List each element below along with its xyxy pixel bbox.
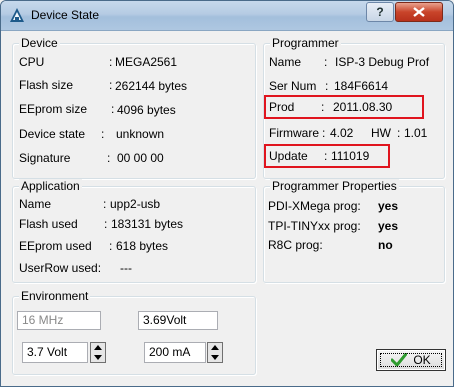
app-eeprom-used-value: 618 bytes xyxy=(116,239,169,253)
supply-voltage-spinner[interactable] xyxy=(90,342,106,363)
programmer-hw-sep: : xyxy=(397,126,401,140)
device-cpu-sep: : xyxy=(109,55,113,69)
device-signature-sep: : xyxy=(107,151,111,165)
app-userrow-used-label: UserRow used: xyxy=(19,261,102,275)
measured-voltage-field[interactable]: 3.69Volt xyxy=(138,311,218,330)
device-eeprom-size-sep: : xyxy=(111,102,115,116)
current-limit-field[interactable]: 200 mA xyxy=(144,342,206,363)
close-button[interactable] xyxy=(395,2,443,22)
app-userrow-used-value: --- xyxy=(120,261,132,275)
device-flash-size-sep: : xyxy=(109,78,113,92)
dialog-content: Device CPU : MEGA2561 Flash size : 26214… xyxy=(8,31,446,379)
app-flash-used-sep: : xyxy=(104,217,108,231)
frequency-field[interactable]: 16 MHz xyxy=(17,311,101,330)
prop-tpi-tinyxx-label: TPI-TINYxx prog: xyxy=(268,219,361,233)
supply-voltage-field[interactable]: 3.7 Volt xyxy=(22,342,88,363)
arrow-down-icon xyxy=(211,355,219,360)
programmer-group-title: Programmer xyxy=(270,36,341,50)
programmer-sernum-value: 184F6614 xyxy=(334,79,389,93)
app-name-value: upp2-usb xyxy=(110,197,161,211)
programmer-update-value: 111019 xyxy=(331,149,370,163)
programmer-group: Programmer Name : ISP-3 Debug Prof Ser N… xyxy=(263,36,445,179)
environment-group: Environment 16 MHz 3.69Volt 3.7 Volt 200… xyxy=(12,289,256,375)
programmer-firmware-sep: : xyxy=(322,126,326,140)
device-flash-size-label: Flash size xyxy=(19,78,74,92)
environment-group-title: Environment xyxy=(19,289,91,303)
supply-voltage-down-button[interactable] xyxy=(91,353,105,362)
prop-r8c-value: no xyxy=(378,238,393,252)
device-eeprom-size-label: EEprom size xyxy=(19,102,88,116)
device-eeprom-size-value: 4096 bytes xyxy=(117,103,176,117)
app-flash-used-label: Flash used xyxy=(19,217,78,231)
device-flash-size-value: 262144 bytes xyxy=(115,79,188,93)
programmer-update-sep: : xyxy=(324,149,328,163)
programmer-hw-label: HW xyxy=(371,126,391,140)
app-name-sep: : xyxy=(103,197,107,211)
programmer-properties-title: Programmer Properties xyxy=(270,179,399,193)
prop-pdi-xmega-label: PDI-XMega prog: xyxy=(268,199,361,213)
prop-r8c-label: R8C prog: xyxy=(268,238,323,252)
application-group-title: Application xyxy=(19,179,82,193)
arrow-up-icon xyxy=(94,345,102,350)
arrow-down-icon xyxy=(94,355,102,360)
device-group-title: Device xyxy=(19,36,60,50)
device-cpu-value: MEGA2561 xyxy=(115,55,178,69)
programmer-sernum-sep: : xyxy=(325,79,329,93)
current-limit-down-button[interactable] xyxy=(208,353,222,362)
programmer-name-sep: : xyxy=(324,55,328,69)
app-name-label: Name xyxy=(19,197,52,211)
programmer-properties-group: Programmer Properties PDI-XMega prog: ye… xyxy=(263,179,445,283)
title-bar[interactable]: Device State ? xyxy=(1,1,453,31)
programmer-name-label: Name xyxy=(269,55,302,69)
device-state-value: unknown xyxy=(116,127,165,141)
current-limit-spinner[interactable] xyxy=(207,342,223,363)
application-group: Application Name : upp2-usb Flash used :… xyxy=(12,179,256,283)
programmer-sernum-label: Ser Num xyxy=(269,79,317,93)
programmer-prod-value: 2011.08.30 xyxy=(333,100,393,114)
app-eeprom-used-sep: : xyxy=(109,239,113,253)
programmer-firmware-value: 4.02 xyxy=(330,126,354,140)
app-eeprom-used-label: EEprom used xyxy=(19,239,92,253)
device-state-window: Device State ? Device CPU : MEGA2561 Fla… xyxy=(0,0,454,387)
current-limit-up-button[interactable] xyxy=(208,343,222,352)
close-icon xyxy=(413,7,425,17)
help-button[interactable]: ? xyxy=(366,2,394,22)
arrow-up-icon xyxy=(211,345,219,350)
device-state-sep: : xyxy=(101,127,105,141)
programmer-prod-label: Prod xyxy=(269,100,295,114)
programmer-update-label: Update xyxy=(269,149,308,163)
app-logo-icon xyxy=(10,8,24,22)
device-cpu-label: CPU xyxy=(19,55,45,69)
device-group: Device CPU : MEGA2561 Flash size : 26214… xyxy=(12,36,256,179)
programmer-name-value: ISP-3 Debug Prof xyxy=(335,55,430,69)
ok-button[interactable]: OK xyxy=(376,349,446,371)
programmer-hw-value: 1.01 xyxy=(404,126,428,140)
app-flash-used-value: 183131 bytes xyxy=(111,217,184,231)
device-state-label: Device state xyxy=(19,127,86,141)
supply-voltage-up-button[interactable] xyxy=(91,343,105,352)
programmer-prod-sep: : xyxy=(321,100,325,114)
window-title: Device State xyxy=(31,8,100,22)
prop-pdi-xmega-value: yes xyxy=(378,199,399,213)
device-signature-value: 00 00 00 xyxy=(117,151,164,165)
prop-tpi-tinyxx-value: yes xyxy=(378,219,399,233)
programmer-firmware-label: Firmware xyxy=(269,126,319,140)
device-signature-label: Signature xyxy=(19,151,71,165)
ok-focus-rect xyxy=(380,353,442,367)
